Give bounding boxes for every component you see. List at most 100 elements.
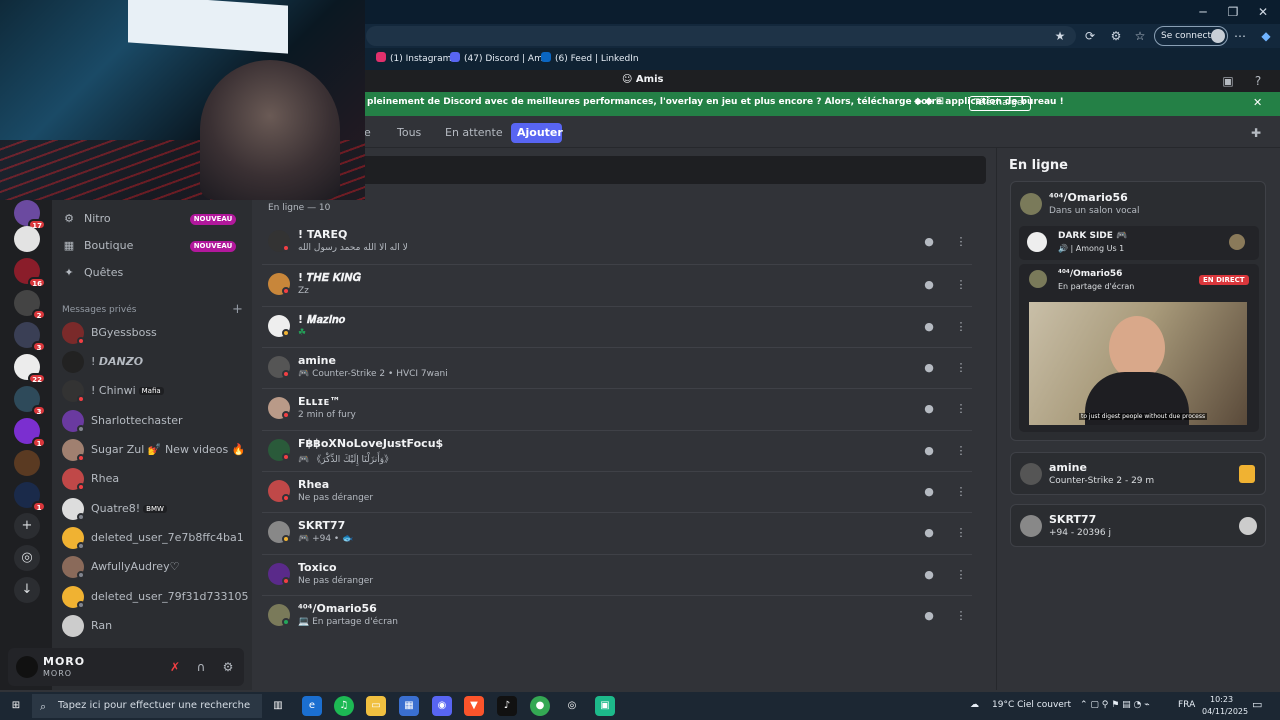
tab-pending[interactable]: En attente — [439, 123, 509, 143]
restore-icon[interactable]: ❐ — [1218, 2, 1248, 22]
store-icon[interactable]: ▦ — [399, 696, 419, 716]
download-icon[interactable]: ↓ — [14, 577, 40, 603]
dm-item[interactable]: Quatre8! BMW — [62, 496, 242, 522]
dm-item[interactable]: AwfullyAudrey♡ — [62, 554, 242, 580]
more-icon[interactable]: ⋮ — [950, 605, 972, 627]
message-icon[interactable]: ● — [918, 522, 940, 544]
help-icon[interactable]: ? — [1248, 71, 1268, 91]
more-icon[interactable]: ⋮ — [950, 398, 972, 420]
message-icon[interactable]: ● — [918, 564, 940, 586]
explore-icon[interactable]: ◎ — [14, 545, 40, 571]
taskbar-search-input[interactable]: Tapez ici pour effectuer une recherche — [32, 694, 262, 718]
refresh-icon[interactable]: ⟳ — [1080, 26, 1100, 46]
message-icon[interactable]: ● — [918, 274, 940, 296]
message-icon[interactable]: ● — [918, 398, 940, 420]
friend-row[interactable]: Toxico Ne pas déranger ● ⋮ — [262, 554, 972, 595]
friend-row[interactable]: ! TAREQ لا اله الا الله محمد رسول الله ● ⋮ — [262, 222, 972, 263]
message-icon[interactable]: ● — [918, 357, 940, 379]
settings-gear-icon[interactable]: ⚙ — [219, 658, 237, 676]
message-icon[interactable]: ● — [918, 440, 940, 462]
friend-row[interactable]: amine 🎮 Counter-Strike 2 • HVCI 7wani ● ⋮ — [262, 347, 972, 388]
friend-row[interactable]: Rhea Ne pas déranger ● ⋮ — [262, 471, 972, 512]
friend-row[interactable]: ! 𝑻𝑯𝑬 𝑲𝑰𝑵𝑮 Zz ● ⋮ — [262, 264, 972, 305]
dm-item[interactable]: deleted_user_7e7b8ffc4ba1 — [62, 525, 244, 551]
more-icon[interactable]: ⋮ — [950, 231, 972, 253]
stream-row[interactable]: ⁴⁰⁴/Omario56 En partage d'écran EN DIREC… — [1019, 264, 1259, 432]
server-icon[interactable]: 17 — [14, 200, 46, 230]
more-icon[interactable]: ⋮ — [950, 481, 972, 503]
chrome-icon[interactable]: ● — [530, 696, 550, 716]
url-field[interactable] — [366, 26, 1076, 46]
brave-icon[interactable]: ▼ — [464, 696, 484, 716]
activity-card[interactable]: SKRT77 +94 - 20396 j — [1010, 504, 1266, 547]
server-icon[interactable]: 3 — [14, 322, 46, 352]
discord-app-icon[interactable]: ◉ — [432, 696, 452, 716]
dm-item[interactable]: Ran — [62, 613, 242, 639]
file-explorer-icon[interactable]: ▭ — [366, 696, 386, 716]
tab-all[interactable]: Tous — [391, 123, 427, 143]
server-icon[interactable]: 2 — [14, 290, 46, 320]
more-icon[interactable]: ⋮ — [950, 357, 972, 379]
bookmark-discord[interactable]: (47) Discord | Amis — [450, 52, 550, 66]
more-icon[interactable]: ⋮ — [950, 564, 972, 586]
new-group-dm-icon[interactable]: ✚ — [1246, 123, 1266, 143]
windows-start-icon[interactable]: ⊞ — [6, 696, 26, 716]
more-icon[interactable]: ⋮ — [950, 274, 972, 296]
mute-mic-icon[interactable]: ✗ — [166, 658, 184, 676]
dm-item[interactable]: deleted_user_79f31d733105 — [62, 584, 248, 610]
language-indicator[interactable]: FRA — [1178, 700, 1195, 710]
edge-icon[interactable]: e — [302, 696, 322, 716]
server-icon[interactable] — [14, 450, 40, 476]
search-input[interactable] — [262, 156, 986, 184]
bookmark-instagram[interactable]: (1) Instagram — [376, 52, 451, 66]
friend-row[interactable]: SKRT77 🎮 +94 • 🐟 ● ⋮ — [262, 512, 972, 553]
stream-preview[interactable]: to just digest people without due proces… — [1029, 302, 1247, 425]
favorite-star-icon[interactable]: ★ — [1050, 26, 1070, 46]
headphones-icon[interactable]: ∩ — [192, 658, 210, 676]
server-icon[interactable]: 1 — [14, 482, 46, 512]
minimize-icon[interactable]: ─ — [1188, 2, 1218, 22]
server-icon[interactable]: 1 — [14, 418, 46, 448]
download-button[interactable]: Télécharger — [969, 96, 1031, 111]
message-icon[interactable]: ● — [918, 481, 940, 503]
server-row[interactable]: DARK SIDE 🎮 🔊 | Among Us 1 — [1019, 226, 1259, 260]
nav-quests[interactable]: ✦ Quêtes — [62, 263, 123, 283]
nav-shop[interactable]: ▦ Boutique — [62, 236, 134, 256]
tray-icons[interactable]: ⌃ ▢ ⚲ ⚑ ▤ ◔ ⌁ — [1080, 700, 1150, 710]
close-notice-icon[interactable]: ✕ — [1253, 96, 1262, 109]
app-icon[interactable]: ◎ — [562, 696, 582, 716]
voice-activity-card[interactable]: ⁴⁰⁴/Omario56 Dans un salon vocal DARK SI… — [1010, 181, 1266, 441]
dm-item[interactable]: Sharlottechaster — [62, 408, 242, 434]
more-icon[interactable]: ⋮ — [950, 522, 972, 544]
close-window-icon[interactable]: ✕ — [1248, 2, 1278, 22]
bookmark-linkedin[interactable]: (6) Feed | LinkedIn — [541, 52, 639, 66]
dm-item[interactable]: Rhea — [62, 466, 242, 492]
dm-item[interactable]: ! Chinwi Mafia — [62, 378, 242, 404]
favorites-icon[interactable]: ☆ — [1130, 26, 1150, 46]
spotify-icon[interactable]: ♫ — [334, 696, 354, 716]
message-icon[interactable]: ● — [918, 605, 940, 627]
add-server-icon[interactable]: + — [14, 513, 40, 539]
server-icon[interactable]: 16 — [14, 258, 46, 288]
more-icon[interactable]: ⋮ — [950, 440, 972, 462]
app-icon[interactable]: ▣ — [595, 696, 615, 716]
friend-row[interactable]: Eʟʟɪᴇ™ 2 min of fury ● ⋮ — [262, 388, 972, 429]
sign-in-button[interactable]: Se connecter — [1154, 26, 1228, 46]
more-icon[interactable]: ⋮ — [950, 316, 972, 338]
dm-item[interactable]: BGyessboss — [62, 320, 242, 346]
message-icon[interactable]: ● — [918, 316, 940, 338]
copilot-icon[interactable]: ◆ — [1256, 26, 1276, 46]
extensions-icon[interactable]: ⚙ — [1106, 26, 1126, 46]
friend-row[interactable]: F฿฿oXNoLoveJustFocu$ 🎮 《وَأَنزَلْنَا إِلَ… — [262, 430, 972, 471]
friend-row[interactable]: ! 𝑴𝒂𝒛𝒊𝒏𝒐 ☘ ● ⋮ — [262, 306, 972, 347]
nav-nitro[interactable]: ⚙ Nitro — [62, 209, 111, 229]
message-icon[interactable]: ● — [918, 231, 940, 253]
inbox-icon[interactable]: ▣ — [1218, 71, 1238, 91]
task-view-icon[interactable]: ▥ — [268, 696, 288, 716]
notifications-icon[interactable]: ▭ — [1252, 698, 1262, 711]
dm-item[interactable]: ! 𝘿𝘼𝙉𝙕𝙊 — [62, 349, 242, 375]
weather-text[interactable]: 19°C Ciel couvert — [992, 700, 1071, 710]
server-icon[interactable]: 22 — [14, 354, 46, 384]
server-icon[interactable] — [14, 226, 40, 252]
more-menu-icon[interactable]: ⋯ — [1230, 26, 1250, 46]
